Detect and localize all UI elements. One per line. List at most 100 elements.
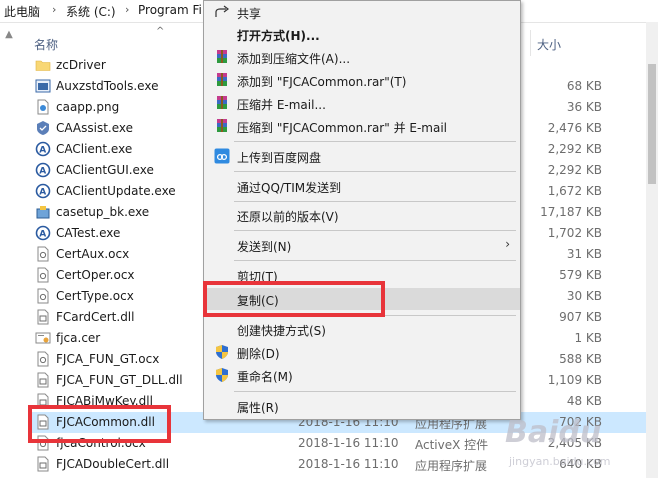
menu-label: 共享: [237, 7, 262, 21]
menu-item-properties[interactable]: 属性(R): [204, 395, 520, 417]
menu-label: 属性(R): [237, 401, 279, 415]
image-icon: [37, 99, 49, 115]
file-name: FCardCert.dll: [56, 310, 135, 324]
watermark: Baidu jingyan.baidu.com: [505, 415, 655, 475]
file-name: FJCA_FUN_GT_DLL.dll: [56, 373, 183, 387]
menu-label: 添加到压缩文件(A)...: [237, 52, 351, 66]
menu-item-add-to-archive[interactable]: 添加到压缩文件(A)...: [204, 46, 520, 68]
file-name: CertType.ocx: [56, 289, 134, 303]
breadcrumb-system-drive[interactable]: 系统 (C:): [66, 3, 116, 20]
chevron-right-icon: ›: [505, 237, 510, 251]
menu-item-rename[interactable]: 重命名(M): [204, 364, 520, 386]
shield-icon: [216, 345, 228, 359]
exe-icon: [35, 79, 51, 93]
file-name: CertOper.ocx: [56, 268, 135, 282]
file-size: 17,187 KB: [540, 205, 602, 219]
svg-text:A: A: [39, 230, 46, 240]
file-size: 588 KB: [559, 352, 602, 366]
exe-icon: [37, 121, 49, 135]
exe-icon: A: [35, 141, 51, 157]
winrar-icon: [217, 96, 227, 109]
exe-icon: A: [35, 183, 51, 199]
vertical-scrollbar[interactable]: [646, 22, 658, 478]
share-icon: [215, 5, 229, 17]
file-size: 2,476 KB: [547, 121, 602, 135]
winrar-icon: [217, 119, 227, 132]
menu-item-send-via-qq[interactable]: 通过QQ/TIM发送到: [204, 175, 520, 197]
menu-separator: [234, 201, 516, 202]
file-name: CAClient.exe: [56, 142, 133, 156]
menu-separator: [234, 391, 516, 392]
file-size: 31 KB: [566, 247, 602, 261]
menu-item-compress-rar-email[interactable]: 压缩到 "FJCACommon.rar" 并 E-mail: [204, 115, 520, 137]
menu-separator: [234, 260, 516, 261]
context-menu: 共享 打开方式(H)... 添加到压缩文件(A)... 添加到 "FJCACom…: [203, 0, 521, 420]
file-size: 579 KB: [559, 268, 602, 282]
menu-item-add-to-rar[interactable]: 添加到 "FJCACommon.rar"(T): [204, 69, 520, 91]
file-name: FJCA_FUN_GT.ocx: [56, 352, 160, 366]
menu-label: 发送到(N): [237, 240, 292, 254]
menu-item-delete[interactable]: 删除(D): [204, 341, 520, 363]
menu-item-create-shortcut[interactable]: 创建快捷方式(S): [204, 318, 520, 340]
ocx-icon: [37, 246, 49, 262]
file-type: ActiveX 控件: [415, 438, 489, 452]
ocx-icon: [37, 267, 49, 283]
file-type: 应用程序扩展: [415, 459, 488, 473]
file-name: CertAux.ocx: [56, 247, 130, 261]
file-size: 1,672 KB: [547, 184, 602, 198]
menu-item-open-with[interactable]: 打开方式(H)...: [204, 23, 520, 45]
file-size: 1,702 KB: [547, 226, 602, 240]
menu-separator: [234, 141, 516, 142]
file-name: CAClientUpdate.exe: [56, 184, 176, 198]
menu-separator: [234, 171, 516, 172]
file-size: 1 KB: [574, 331, 602, 345]
file-name: AuxzstdTools.exe: [56, 79, 159, 93]
file-name: FJCADoubleCert.dll: [56, 457, 170, 471]
menu-label: 添加到 "FJCACommon.rar"(T): [237, 75, 407, 89]
menu-item-share[interactable]: 共享: [204, 1, 520, 23]
column-divider[interactable]: [530, 30, 531, 56]
svg-text:A: A: [39, 188, 46, 198]
watermark-url: jingyan.baidu.com: [509, 455, 611, 468]
column-header-size[interactable]: 大小: [537, 36, 561, 53]
menu-label: 删除(D): [237, 347, 280, 361]
file-size: 30 KB: [566, 289, 602, 303]
baidu-cloud-icon: [214, 148, 230, 164]
shield-icon: [216, 368, 228, 382]
folder-icon: [35, 60, 51, 71]
file-size: 36 KB: [566, 100, 602, 114]
file-size: 1,109 KB: [547, 373, 602, 387]
exe-icon: A: [35, 225, 51, 241]
column-header-name[interactable]: 名称: [34, 36, 58, 53]
ocx-icon: [37, 288, 49, 304]
menu-label: 通过QQ/TIM发送到: [237, 181, 342, 195]
chevron-right-icon[interactable]: ›: [125, 3, 129, 16]
file-date: 2018-1-16 11:10: [298, 436, 399, 450]
scroll-up-icon[interactable]: ▲: [2, 28, 16, 42]
file-name: zcDriver: [56, 58, 106, 72]
file-name: caapp.png: [56, 100, 120, 114]
breadcrumb-this-pc[interactable]: 此电脑: [4, 3, 40, 20]
winrar-icon: [217, 50, 227, 63]
file-size: 907 KB: [559, 310, 602, 324]
menu-label: 压缩并 E-mail...: [237, 98, 326, 112]
file-size: 68 KB: [566, 79, 602, 93]
breadcrumb-program-files[interactable]: Program Fi: [138, 3, 202, 17]
exe-icon: A: [35, 162, 51, 178]
ocx-icon: [37, 351, 49, 367]
file-name: casetup_bk.exe: [56, 205, 150, 219]
menu-label: 还原以前的版本(V): [237, 210, 339, 224]
file-name: CAAssist.exe: [56, 121, 134, 135]
highlight-selected-file: [28, 405, 171, 443]
menu-item-send-to[interactable]: 发送到(N) ›: [204, 234, 520, 256]
menu-item-baidu-upload[interactable]: 上传到百度网盘: [204, 145, 520, 167]
menu-label: 打开方式(H)...: [237, 29, 320, 43]
scrollbar-thumb[interactable]: [648, 64, 656, 184]
file-name: CATest.exe: [56, 226, 121, 240]
chevron-right-icon[interactable]: ›: [52, 3, 56, 16]
file-name: fjca.cer: [56, 331, 101, 345]
watermark-logo: Baidu: [505, 415, 602, 450]
menu-item-restore-versions[interactable]: 还原以前的版本(V): [204, 204, 520, 226]
dll-icon: [37, 309, 49, 325]
menu-item-compress-email[interactable]: 压缩并 E-mail...: [204, 92, 520, 114]
